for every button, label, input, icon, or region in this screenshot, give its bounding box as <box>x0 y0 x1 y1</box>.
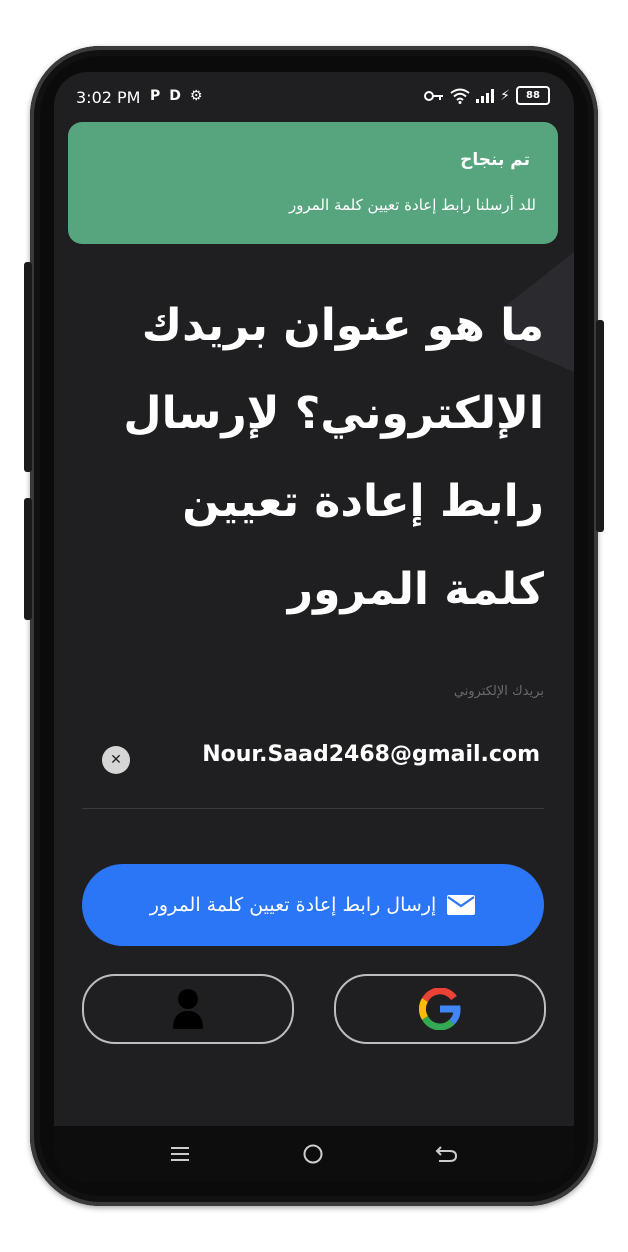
toast-message: للد أرسلنا رابط إعادة تعيين كلمة المرور <box>289 196 536 214</box>
battery-icon: 88 <box>516 86 550 105</box>
email-label: بريدك الإلكتروني <box>453 684 544 699</box>
app-d-icon: D <box>169 88 181 104</box>
screen: 3:02 PM P D ⚙ ⚡ 88 تم بنجاح للد أرسلنا ر… <box>54 72 574 1182</box>
google-login-button[interactable] <box>334 974 546 1044</box>
guest-login-button[interactable] <box>82 974 294 1044</box>
email-field[interactable]: Nour.Saad2468@gmail.com <box>202 742 540 767</box>
settings-status-icon: ⚙ <box>189 88 203 104</box>
status-time: 3:02 PM <box>76 88 141 107</box>
toast-title: تم بنجاح <box>460 150 530 170</box>
status-app-icons: P D ⚙ <box>150 88 202 104</box>
success-toast: تم بنجاح للد أرسلنا رابط إعادة تعيين كلم… <box>68 122 558 244</box>
menu-icon[interactable] <box>169 1145 191 1163</box>
input-underline <box>82 808 544 809</box>
status-bar: 3:02 PM P D ⚙ ⚡ 88 <box>54 72 574 122</box>
home-icon[interactable] <box>302 1143 324 1165</box>
battery-level: 88 <box>526 90 540 101</box>
key-icon <box>424 90 444 101</box>
back-icon[interactable] <box>435 1144 459 1164</box>
send-reset-link-button[interactable]: إرسال رابط إعادة تعيين كلمة المرور <box>82 864 544 946</box>
mail-icon <box>447 895 476 915</box>
status-right: ⚡ 88 <box>424 86 550 105</box>
app-p-icon: P <box>150 88 161 104</box>
side-key <box>596 320 604 532</box>
page-title: ما هو عنوان بريدك الإلكتروني؟ لإرسال راب… <box>123 300 544 615</box>
clear-icon[interactable]: ✕ <box>102 746 130 774</box>
signal-icon <box>476 88 495 103</box>
wifi-icon <box>450 88 470 104</box>
person-icon <box>173 989 203 1029</box>
navigation-bar <box>54 1126 574 1182</box>
charging-icon: ⚡ <box>500 87 510 104</box>
google-icon <box>419 988 461 1030</box>
volume-button <box>24 262 32 472</box>
send-button-label: إرسال رابط إعادة تعيين كلمة المرور <box>149 894 437 916</box>
power-button <box>24 498 32 620</box>
